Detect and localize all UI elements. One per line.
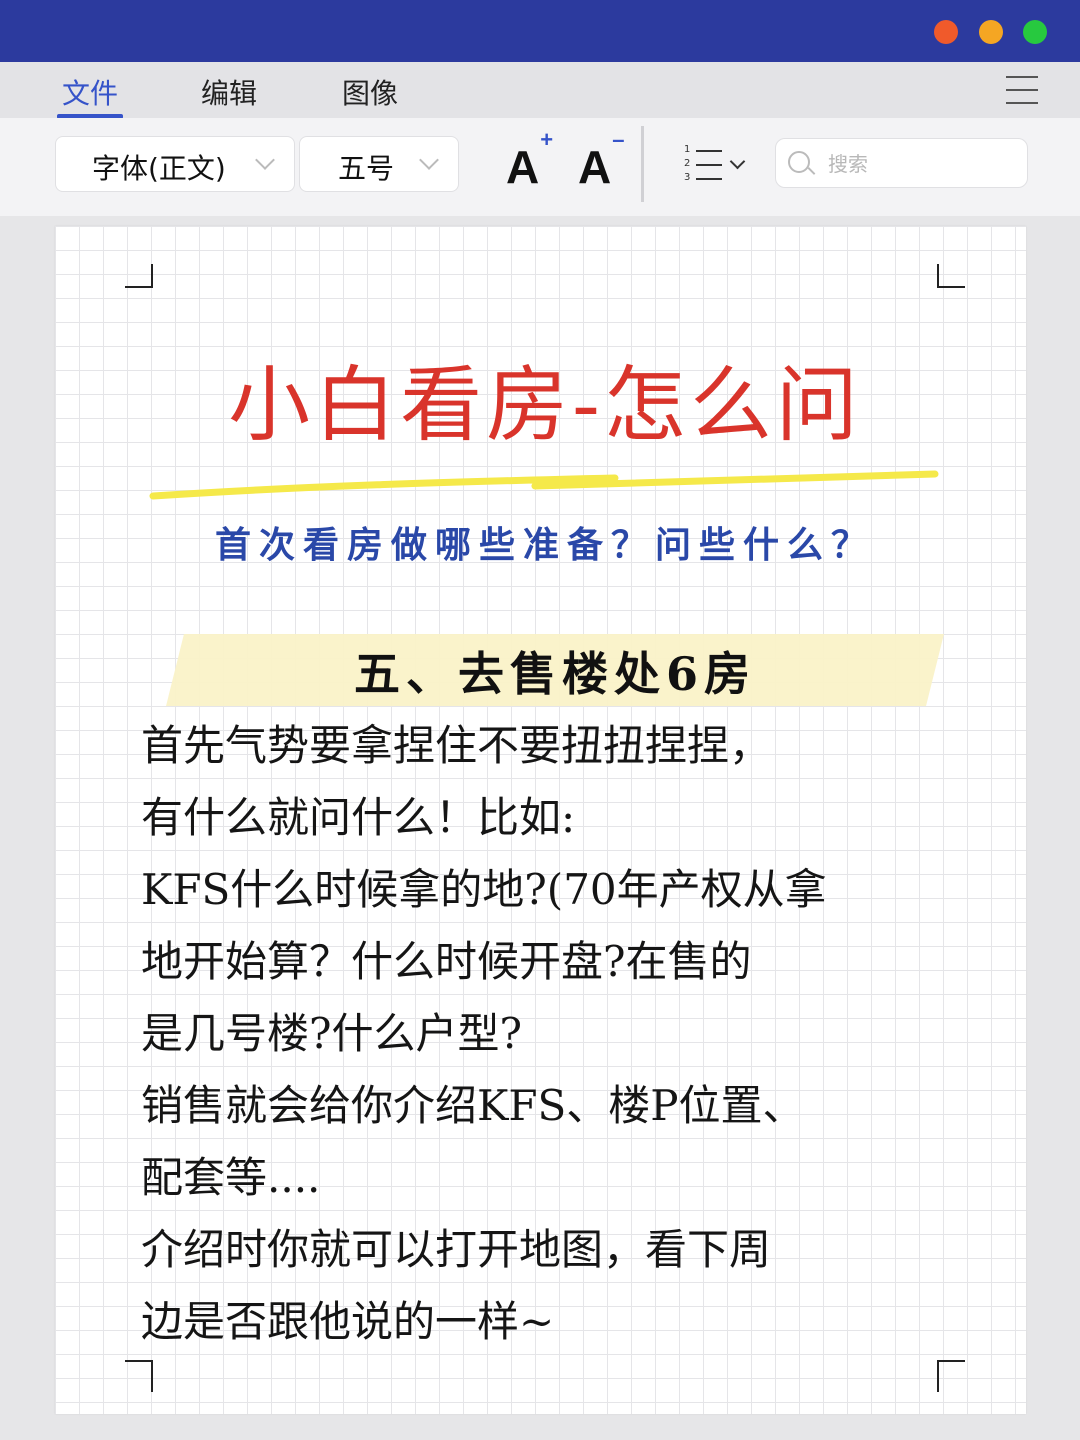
crop-mark [937, 1360, 965, 1392]
body-line: KFS什么时候拿的地?(70年产权从拿 [141, 865, 827, 914]
menu-bar: 文件 编辑 图像 [0, 62, 1080, 119]
maximize-window-button[interactable] [1023, 20, 1047, 44]
chevron-down-icon [729, 153, 746, 170]
chevron-down-icon [255, 150, 275, 170]
increase-font-button[interactable]: A+ [506, 127, 553, 194]
document-body: 首先气势要拿捏住不要扭扭捏捏， 有什么就问什么！比如: KFS什么时候拿的地?(… [141, 710, 961, 1358]
chevron-down-icon [419, 150, 439, 170]
body-line: 首先气势要拿捏住不要扭扭捏捏， [141, 721, 772, 770]
font-family-value: 字体(正文) [92, 152, 226, 185]
toolbar: 字体(正文) 五号 A+ A– 1 2 3 [0, 118, 1080, 216]
document-page[interactable]: 小白看房-怎么问 首次看房做哪些准备？问些什么？ 五、去售楼处6房 首先气势要拿… [55, 226, 1026, 1414]
menu-file[interactable]: 文件 [62, 72, 118, 112]
decrease-font-button[interactable]: A– [578, 127, 624, 194]
body-line: 配套等.... [141, 1153, 321, 1202]
menu-edit[interactable]: 编辑 [201, 72, 257, 112]
list-number: 3 [684, 172, 691, 183]
document-title: 小白看房-怎么问 [228, 358, 862, 453]
body-line: 是几号楼?什么户型? [141, 1009, 523, 1058]
search-input[interactable] [826, 147, 1020, 181]
increase-font-label: A [506, 141, 540, 193]
font-family-select[interactable]: 字体(正文) [55, 136, 295, 192]
font-size-select[interactable]: 五号 [299, 136, 459, 192]
search-icon [788, 151, 810, 173]
numbered-list-icon[interactable]: 1 2 3 [684, 144, 750, 188]
body-line: 边是否跟他说的一样~ [141, 1297, 555, 1346]
crop-mark [937, 264, 965, 288]
list-number: 1 [684, 144, 691, 155]
decrease-font-label: A [578, 141, 612, 193]
minus-icon: – [612, 126, 625, 152]
body-line: 有什么就问什么！比如: [141, 793, 576, 842]
title-underline-stroke [149, 470, 939, 500]
crop-mark [125, 264, 153, 288]
title-bar [0, 0, 1080, 62]
list-number: 2 [684, 158, 691, 169]
section-heading: 五、去售楼处6房 [353, 647, 756, 701]
crop-mark [125, 1360, 153, 1392]
body-line: 介绍时你就可以打开地图，看下周 [141, 1225, 772, 1274]
minimize-window-button[interactable] [979, 20, 1003, 44]
toolbar-divider [641, 126, 644, 202]
document-subtitle: 首次看房做哪些准备？问些什么？ [214, 524, 875, 566]
plus-icon: + [540, 126, 554, 152]
body-line: 销售就会给你介绍KFS、楼P位置、 [141, 1081, 805, 1130]
hamburger-menu-icon[interactable] [1006, 76, 1038, 104]
body-line: 地开始算？什么时候开盘?在售的 [141, 937, 752, 986]
search-box[interactable] [775, 138, 1028, 188]
menu-image[interactable]: 图像 [342, 72, 398, 112]
close-window-button[interactable] [934, 20, 958, 44]
font-size-value: 五号 [338, 152, 395, 185]
